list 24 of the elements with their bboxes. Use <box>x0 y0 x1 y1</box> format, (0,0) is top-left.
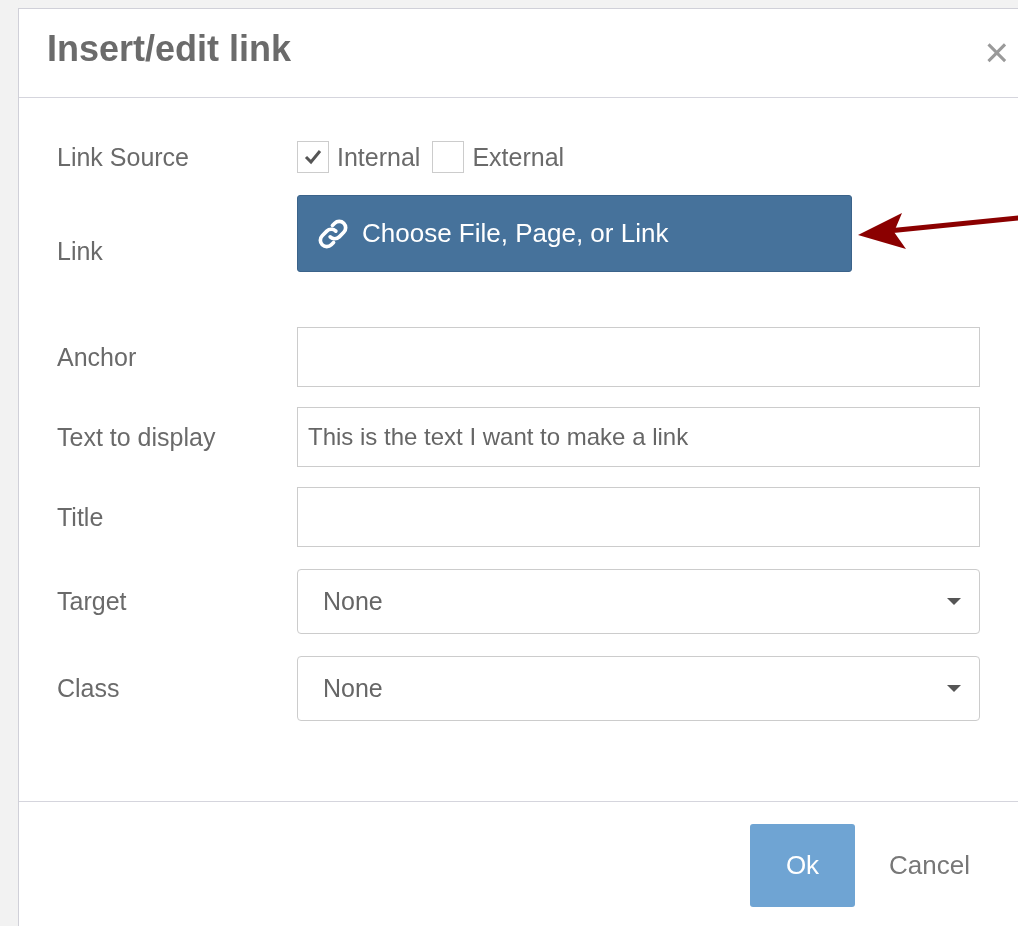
checkbox-label: External <box>472 142 565 172</box>
dialog-title: Insert/edit link <box>47 28 292 70</box>
input-field[interactable] <box>297 327 980 387</box>
field-label: Link Source <box>57 142 191 172</box>
field-label: Link <box>57 237 104 267</box>
close-button[interactable]: × <box>976 29 1017 77</box>
field-label: Text to display <box>57 422 217 452</box>
choose-link-button[interactable]: Choose File, Page, or Link <box>297 195 852 272</box>
field-label: Target <box>57 587 128 616</box>
caret-icon <box>947 598 961 605</box>
dropdown-field[interactable]: None <box>297 656 980 721</box>
ok-button[interactable]: Ok <box>750 824 855 907</box>
check-icon <box>303 147 323 167</box>
input-field[interactable] <box>297 487 980 547</box>
field-label: Class <box>57 674 121 703</box>
input-field[interactable]: This is the text I want to make a link <box>297 407 980 467</box>
caret-icon <box>947 685 961 692</box>
checkbox[interactable] <box>432 141 465 173</box>
field-label: Title <box>57 502 105 532</box>
checkbox[interactable] <box>297 141 329 173</box>
cancel-button[interactable]: Cancel <box>889 850 970 881</box>
dropdown-field[interactable]: None <box>297 569 980 634</box>
checkbox-label: Internal <box>337 142 421 172</box>
field-label: Anchor <box>57 342 138 372</box>
